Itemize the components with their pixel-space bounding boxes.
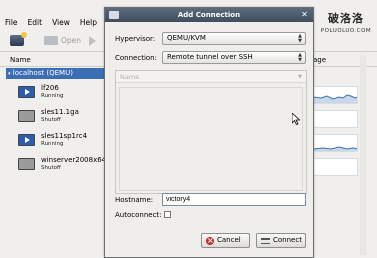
hostname-input[interactable] — [162, 193, 306, 206]
vm-status: Shutoff — [41, 165, 61, 171]
vm-row[interactable]: sles11.1ga Shutoff — [18, 108, 79, 124]
window-menu-icon[interactable] — [109, 11, 119, 19]
hostname-label: Hostname: — [115, 196, 154, 204]
hypervisor-label: Hypervisor: — [115, 35, 156, 43]
dialog-titlebar[interactable]: Add Connection ✕ — [105, 8, 313, 22]
mouse-cursor-icon — [292, 113, 300, 125]
menu-view[interactable]: View — [47, 16, 75, 30]
autoconnect-label: Autoconnect: — [115, 211, 162, 219]
vm-name: sles11.1ga — [41, 108, 79, 116]
vm-status: Shutoff — [41, 117, 61, 123]
hypervisor-select[interactable]: QEMU/KVM ▲ ▼ — [162, 32, 306, 45]
vm-name: sles11sp1rc4 — [41, 132, 88, 140]
autoconnect-checkbox[interactable] — [164, 211, 171, 218]
menu-edit[interactable]: Edit — [23, 16, 48, 30]
connection-label: Connection: — [115, 54, 157, 62]
running-vm-icon — [18, 86, 35, 98]
new-connection-icon[interactable] — [10, 32, 27, 46]
discovered-hosts-list[interactable]: Name ▼ — [115, 70, 307, 194]
run-icon[interactable] — [89, 35, 97, 46]
shutoff-vm-icon — [18, 158, 35, 170]
add-connection-dialog: Add Connection ✕ Hypervisor: QEMU/KVM ▲ ▼… — [104, 7, 314, 258]
vm-name: lf206 — [41, 84, 59, 92]
watermark: 破洛洛 POLUOLUO.COM — [316, 10, 376, 34]
name-column-header[interactable]: Name ▼ — [116, 71, 306, 83]
vm-name: winserver2008x64 — [41, 156, 107, 164]
name-header-label: Name — [120, 73, 140, 81]
open-button-label[interactable]: Open — [61, 36, 81, 45]
cpu-usage-graph — [312, 110, 358, 128]
usage-column-header[interactable]: age — [313, 56, 326, 64]
vm-row[interactable]: lf206 Running — [18, 84, 64, 100]
host-expander-icon[interactable]: ▾ — [8, 71, 11, 77]
connect-button[interactable]: Connect — [256, 233, 306, 248]
host-row[interactable]: ▾ localhost (QEMU) — [6, 68, 106, 79]
dialog-title: Add Connection — [177, 11, 241, 19]
vm-row[interactable]: sles11sp1rc4 Running — [18, 132, 87, 148]
combo-arrows-icon: ▲ ▼ — [298, 52, 302, 63]
scrollbar[interactable] — [360, 55, 366, 255]
vm-status: Running — [41, 93, 64, 99]
connect-icon — [261, 237, 270, 244]
watermark-domain: POLUOLUO.COM — [320, 28, 372, 34]
name-column-header[interactable]: Name — [10, 56, 31, 64]
connect-label: Connect — [273, 236, 302, 244]
cpu-usage-graph — [312, 158, 358, 176]
hypervisor-value: QEMU/KVM — [167, 34, 206, 42]
cancel-button[interactable]: Cancel — [201, 233, 250, 248]
open-icon[interactable] — [44, 36, 58, 45]
shutoff-vm-icon — [18, 110, 35, 122]
connection-value: Remote tunnel over SSH — [167, 53, 253, 61]
hosts-list-body[interactable] — [119, 87, 303, 191]
watermark-chinese: 破洛洛 — [328, 12, 364, 25]
chevron-down-icon: ▼ — [298, 74, 302, 80]
host-label: localhost (QEMU) — [12, 69, 73, 77]
menu-help[interactable]: Help — [75, 16, 102, 30]
cancel-label: Cancel — [217, 236, 241, 244]
vm-row[interactable]: winserver2008x64 Shutoff — [18, 156, 106, 172]
cpu-usage-graph — [312, 86, 358, 104]
running-vm-icon — [18, 134, 35, 146]
connection-select[interactable]: Remote tunnel over SSH ▲ ▼ — [162, 51, 306, 64]
vm-status: Running — [41, 141, 64, 147]
combo-arrows-icon: ▲ ▼ — [298, 33, 302, 44]
cpu-usage-graph — [312, 134, 358, 152]
cancel-icon — [206, 234, 214, 247]
menu-file[interactable]: File — [0, 16, 23, 30]
close-icon[interactable]: ✕ — [300, 10, 309, 19]
